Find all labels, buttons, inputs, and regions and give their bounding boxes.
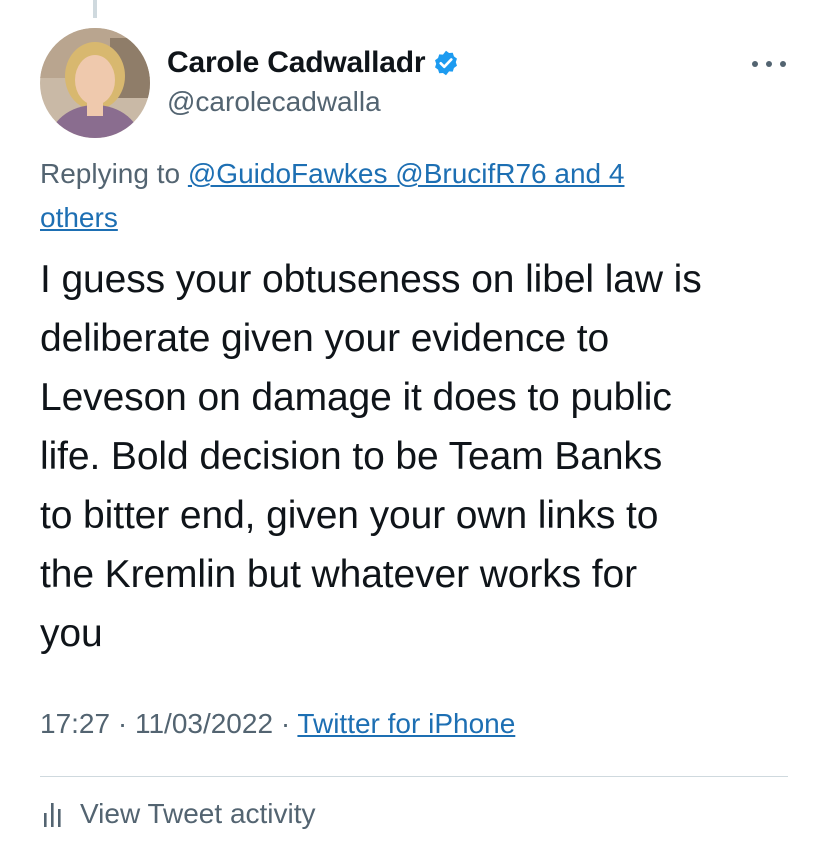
tweet-source-link[interactable]: Twitter for iPhone [297, 708, 515, 739]
avatar[interactable] [40, 28, 150, 138]
tweet-text-line: deliberate given your evidence to [40, 317, 610, 360]
name-row: Carole Cadwalladr [167, 44, 460, 82]
tweet-text-line: you [40, 612, 103, 655]
author-header: Carole Cadwalladr @carolecadwalla [167, 44, 460, 118]
verified-badge-icon [432, 49, 460, 77]
view-tweet-activity-label: View Tweet activity [80, 798, 316, 829]
tweet-text-line: the Kremlin but whatever works for [40, 553, 638, 596]
user-handle[interactable]: @carolecadwalla [167, 86, 460, 118]
meta-separator: · [117, 708, 128, 739]
display-name[interactable]: Carole Cadwalladr [167, 46, 426, 80]
reply-mentions-others-link[interactable]: others [40, 202, 118, 233]
replying-to: Replying to @GuidoFawkes @BrucifR76 and … [40, 152, 760, 240]
tweet-time[interactable]: 17:27 [40, 708, 110, 739]
tweet-text-line: I guess your obtuseness on libel law is [40, 258, 702, 301]
reply-mentions-link[interactable]: @GuidoFawkes @BrucifR76 and 4 [188, 158, 625, 189]
tweet-date[interactable]: 11/03/2022 [135, 708, 273, 739]
tweet-text-line: to bitter end, given your own links to [40, 494, 659, 537]
avatar-image [40, 28, 150, 138]
tweet-text-line: Leveson on damage it does to public [40, 376, 672, 419]
more-options-icon[interactable] [752, 56, 786, 72]
meta-separator: · [280, 708, 291, 739]
replying-to-label: Replying to [40, 158, 181, 189]
divider [40, 776, 788, 777]
view-tweet-activity-button[interactable]: View Tweet activity [40, 798, 316, 830]
tweet-text: I guess your obtuseness on libel law is … [40, 250, 800, 663]
thread-connector-line [93, 0, 97, 18]
bar-chart-icon [40, 799, 66, 829]
tweet-metadata: 17:27 · 11/03/2022 · Twitter for iPhone [40, 708, 515, 740]
tweet-text-line: life. Bold decision to be Team Banks [40, 435, 663, 478]
